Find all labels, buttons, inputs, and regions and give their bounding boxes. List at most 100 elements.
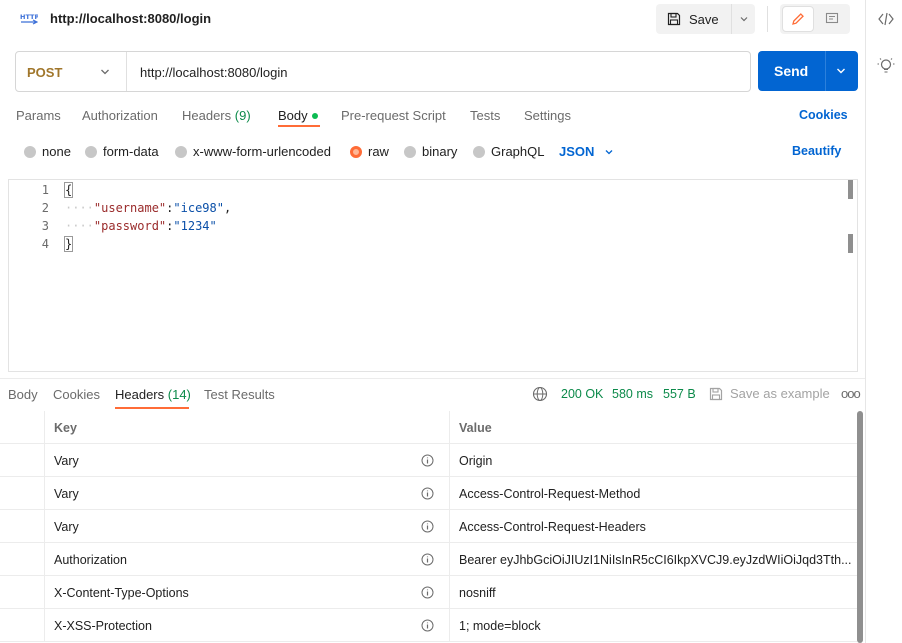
header-value[interactable]: nosniff xyxy=(459,586,854,600)
request-title[interactable]: http://localhost:8080/login xyxy=(50,11,211,26)
beautify-link[interactable]: Beautify xyxy=(792,144,841,158)
lightbulb-icon[interactable] xyxy=(877,57,895,75)
table-header-cell: Value xyxy=(450,411,857,444)
header-key[interactable]: Authorization xyxy=(54,553,127,567)
body-type-raw[interactable]: raw xyxy=(350,144,389,159)
response-size[interactable]: 557 B xyxy=(663,387,696,401)
raw-format-select[interactable]: JSON xyxy=(559,144,614,159)
response-tab-headers[interactable]: Headers (14) xyxy=(115,387,191,402)
table-header-cell: Key xyxy=(45,411,450,444)
body-type-urlencoded[interactable]: x-www-form-urlencoded xyxy=(175,144,331,159)
info-icon[interactable] xyxy=(421,520,434,533)
table-header-row: Key Value xyxy=(0,411,857,444)
table-value-cell: Origin xyxy=(450,444,857,477)
editor-scrollbar-marker[interactable] xyxy=(848,180,853,199)
radio-icon xyxy=(473,145,485,158)
tab-pre-request-script[interactable]: Pre-request Script xyxy=(341,108,446,123)
response-tab-test-results[interactable]: Test Results xyxy=(204,387,275,402)
table-key-cell: X-XSS-Protection xyxy=(45,609,450,642)
save-as-example-button[interactable]: Save as example xyxy=(709,386,830,401)
json-comma: , xyxy=(223,201,232,215)
tab-settings[interactable]: Settings xyxy=(524,108,571,123)
header-key[interactable]: Vary xyxy=(54,454,79,468)
active-response-tab-indicator xyxy=(115,407,189,409)
header-value[interactable]: 1; mode=block xyxy=(459,619,854,633)
header-key[interactable]: X-Content-Type-Options xyxy=(54,586,189,600)
view-mode-toggle xyxy=(780,4,850,34)
table-key-cell: Vary xyxy=(45,444,450,477)
pencil-icon xyxy=(792,13,804,25)
chevron-down-icon[interactable] xyxy=(835,65,847,77)
tab-headers-label: Headers xyxy=(182,108,232,123)
header-value[interactable]: Origin xyxy=(459,454,854,468)
more-options-icon[interactable]: ooo xyxy=(841,386,861,401)
documentation-mode-button[interactable] xyxy=(816,6,848,32)
table-checkbox-cell xyxy=(0,444,45,477)
comment-icon xyxy=(825,12,839,24)
body-type-form-data[interactable]: form-data xyxy=(85,144,159,159)
info-icon[interactable] xyxy=(421,454,434,467)
info-icon[interactable] xyxy=(421,553,434,566)
response-tab-body[interactable]: Body xyxy=(8,387,38,402)
table-key-cell: X-Content-Type-Options xyxy=(45,576,450,609)
response-divider[interactable] xyxy=(0,378,865,379)
editor-scrollbar-thumb[interactable] xyxy=(848,234,853,253)
svg-text:HTTP: HTTP xyxy=(20,13,38,21)
body-editor[interactable]: 1 2 3 4 { ····"username":"ice98", ····"p… xyxy=(8,179,858,372)
url-bar: POST http://localhost:8080/login xyxy=(15,51,751,92)
url-input[interactable]: http://localhost:8080/login xyxy=(140,65,287,80)
globe-icon[interactable] xyxy=(532,386,548,402)
open-brace: { xyxy=(63,182,74,198)
info-icon[interactable] xyxy=(421,619,434,632)
radio-selected-icon xyxy=(350,145,362,158)
active-tab-indicator xyxy=(278,125,320,127)
code-icon[interactable] xyxy=(877,10,895,28)
table-checkbox-cell xyxy=(0,609,45,642)
table-row: X-Content-Type-Options nosniff xyxy=(0,576,857,609)
tab-body-label: Body xyxy=(278,108,308,123)
http-request-icon: HTTP xyxy=(20,13,38,25)
chevron-down-icon[interactable] xyxy=(99,66,111,78)
header-value[interactable]: Bearer eyJhbGciOiJIUzI1NiIsInR5cCI6IkpXV… xyxy=(459,553,854,567)
body-type-label: raw xyxy=(368,144,389,159)
save-options-dropdown[interactable] xyxy=(731,4,755,34)
body-type-binary[interactable]: binary xyxy=(404,144,457,159)
table-row: X-XSS-Protection 1; mode=block xyxy=(0,609,857,642)
tab-headers-count: (9) xyxy=(234,108,251,123)
tab-body[interactable]: Body xyxy=(278,108,318,123)
response-time[interactable]: 580 ms xyxy=(612,387,653,401)
table-checkbox-cell xyxy=(0,477,45,510)
edit-mode-button[interactable] xyxy=(782,6,814,32)
cookies-link[interactable]: Cookies xyxy=(799,108,848,122)
tab-params[interactable]: Params xyxy=(16,108,61,123)
send-button[interactable]: Send xyxy=(758,51,858,91)
body-type-graphql[interactable]: GraphQL xyxy=(473,144,544,159)
postman-request-window: HTTP http://localhost:8080/login Save PO… xyxy=(0,0,902,643)
body-type-label: none xyxy=(42,144,71,159)
line-number: 2 xyxy=(41,201,49,215)
header-key[interactable]: Vary xyxy=(54,487,79,501)
table-checkbox-cell xyxy=(0,576,45,609)
body-type-label: form-data xyxy=(103,144,159,159)
header-key[interactable]: X-XSS-Protection xyxy=(54,619,152,633)
save-icon xyxy=(709,387,723,400)
tab-tests[interactable]: Tests xyxy=(470,108,500,123)
header-key[interactable]: Vary xyxy=(54,520,79,534)
response-tab-cookies[interactable]: Cookies xyxy=(53,387,100,402)
save-button[interactable]: Save xyxy=(656,4,731,34)
tab-headers[interactable]: Headers (9) xyxy=(182,108,251,123)
table-scrollbar[interactable] xyxy=(857,411,863,643)
info-icon[interactable] xyxy=(421,487,434,500)
body-type-none[interactable]: none xyxy=(24,144,71,159)
header-value[interactable]: Access-Control-Request-Headers xyxy=(459,520,854,534)
response-tab-headers-label: Headers xyxy=(115,387,165,402)
status-code[interactable]: 200 OK xyxy=(561,387,603,401)
tab-authorization[interactable]: Authorization xyxy=(82,108,158,123)
table-row: Vary Origin xyxy=(0,444,857,477)
method-select[interactable]: POST xyxy=(27,65,62,80)
table-checkbox-cell xyxy=(0,543,45,576)
info-icon[interactable] xyxy=(421,586,434,599)
body-modified-dot xyxy=(311,112,318,119)
chevron-down-icon xyxy=(605,149,613,154)
header-value[interactable]: Access-Control-Request-Method xyxy=(459,487,854,501)
